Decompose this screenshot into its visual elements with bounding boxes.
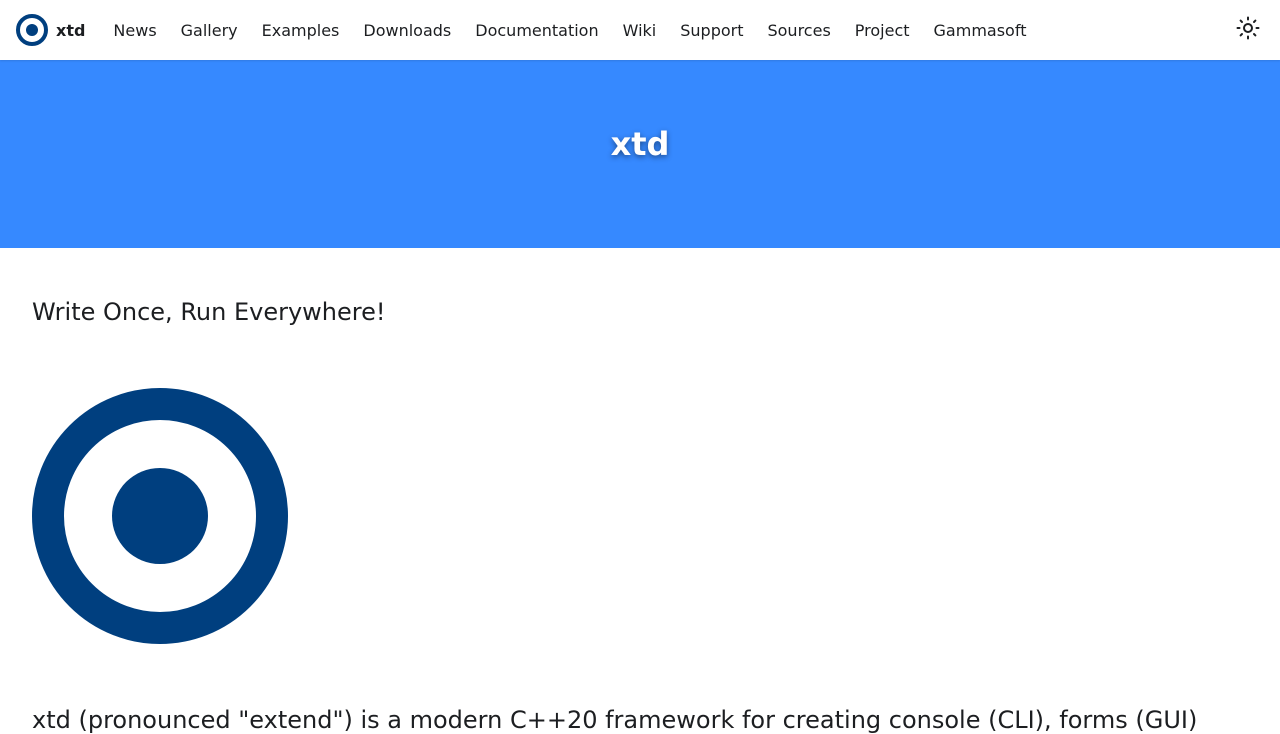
nav-item-examples[interactable]: Examples [250, 21, 352, 40]
hero-title: xtd [610, 125, 670, 163]
sun-icon [1236, 16, 1260, 44]
nav-item-documentation[interactable]: Documentation [463, 21, 610, 40]
brand-title: xtd [56, 20, 86, 40]
brand-link[interactable]: xtd [16, 14, 85, 46]
nav-item-gammasoft[interactable]: Gammasoft [922, 21, 1039, 40]
nav-item-support[interactable]: Support [668, 21, 755, 40]
tagline: Write Once, Run Everywhere! [32, 298, 386, 326]
nav-item-news[interactable]: News [101, 21, 168, 40]
nav-item-sources[interactable]: Sources [755, 21, 842, 40]
xtd-logo-icon [16, 14, 48, 46]
nav-item-wiki[interactable]: Wiki [611, 21, 669, 40]
nav-item-project[interactable]: Project [843, 21, 922, 40]
navbar: xtd News Gallery Examples Downloads Docu… [0, 0, 1280, 60]
xtd-logo-icon [32, 388, 288, 644]
nav-item-gallery[interactable]: Gallery [169, 21, 250, 40]
intro-text: xtd (pronounced "extend") is a modern C+… [32, 706, 1198, 734]
hero-banner: xtd [0, 60, 1280, 248]
theme-toggle-button[interactable] [1232, 14, 1264, 46]
nav-items: News Gallery Examples Downloads Document… [101, 21, 1038, 40]
nav-item-downloads[interactable]: Downloads [351, 21, 463, 40]
